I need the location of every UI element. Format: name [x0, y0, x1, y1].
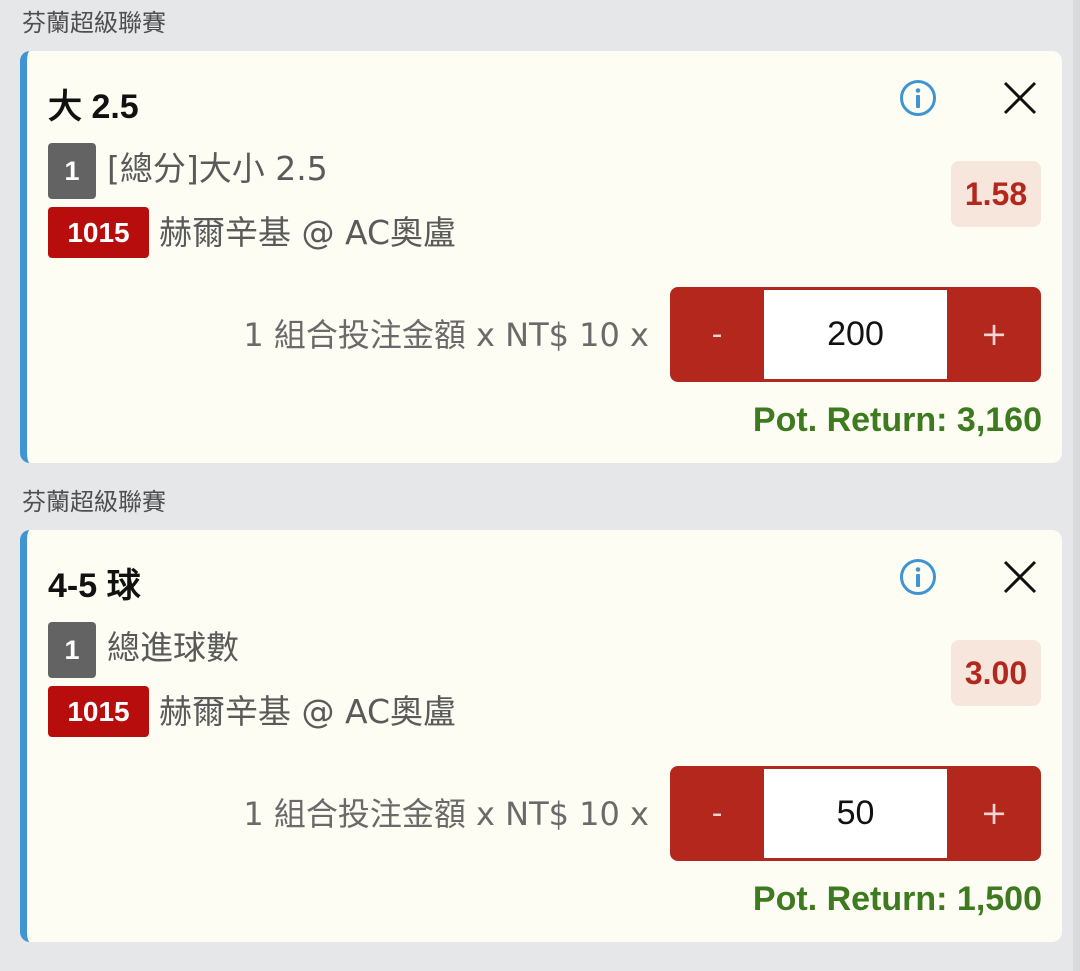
- increase-button[interactable]: +: [947, 287, 1041, 382]
- potential-return: Pot. Return: 3,160: [752, 401, 1042, 439]
- match-name: 赫爾辛基 @ AC奧盧: [159, 213, 457, 252]
- market-name: 總進球數: [107, 628, 239, 667]
- bet-slip: 芬蘭超級聯賽 大 2.5 1 [總分]大小 2.5 1015 赫爾辛基 @ AC…: [0, 0, 1080, 971]
- increase-button[interactable]: +: [947, 766, 1041, 861]
- stake-stepper: - 200 +: [670, 287, 1041, 382]
- selection-title: 4-5 球: [48, 567, 141, 605]
- decrease-button[interactable]: -: [670, 766, 764, 861]
- stake-input[interactable]: 200: [764, 290, 947, 379]
- info-icon[interactable]: [899, 558, 937, 596]
- league-name: 芬蘭超級聯賽: [22, 488, 166, 516]
- leg-count-badge: 1: [48, 622, 96, 678]
- scrollbar[interactable]: [1073, 0, 1080, 971]
- leg-count-badge: 1: [48, 143, 96, 199]
- stake-label: 1 組合投注金額 x NT$ 10 x: [243, 316, 649, 354]
- decrease-button[interactable]: -: [670, 287, 764, 382]
- close-icon[interactable]: [1001, 79, 1039, 117]
- odds-value: 3.00: [951, 640, 1041, 706]
- selection-title: 大 2.5: [48, 88, 139, 126]
- stake-label: 1 組合投注金額 x NT$ 10 x: [243, 795, 649, 833]
- close-icon[interactable]: [1001, 558, 1039, 596]
- info-icon[interactable]: [899, 79, 937, 117]
- potential-return: Pot. Return: 1,500: [752, 880, 1042, 918]
- bet-card: 4-5 球 1 總進球數 1015 赫爾辛基 @ AC奧盧 3.00 1 組合投…: [20, 530, 1062, 942]
- bet-card: 大 2.5 1 [總分]大小 2.5 1015 赫爾辛基 @ AC奧盧 1.58…: [20, 51, 1062, 463]
- match-name: 赫爾辛基 @ AC奧盧: [159, 692, 457, 731]
- match-number-badge: 1015: [48, 686, 149, 737]
- stake-input[interactable]: 50: [764, 769, 947, 858]
- stake-stepper: - 50 +: [670, 766, 1041, 861]
- league-name: 芬蘭超級聯賽: [22, 9, 166, 37]
- match-number-badge: 1015: [48, 207, 149, 258]
- market-name: [總分]大小 2.5: [107, 149, 328, 188]
- odds-value: 1.58: [951, 161, 1041, 227]
